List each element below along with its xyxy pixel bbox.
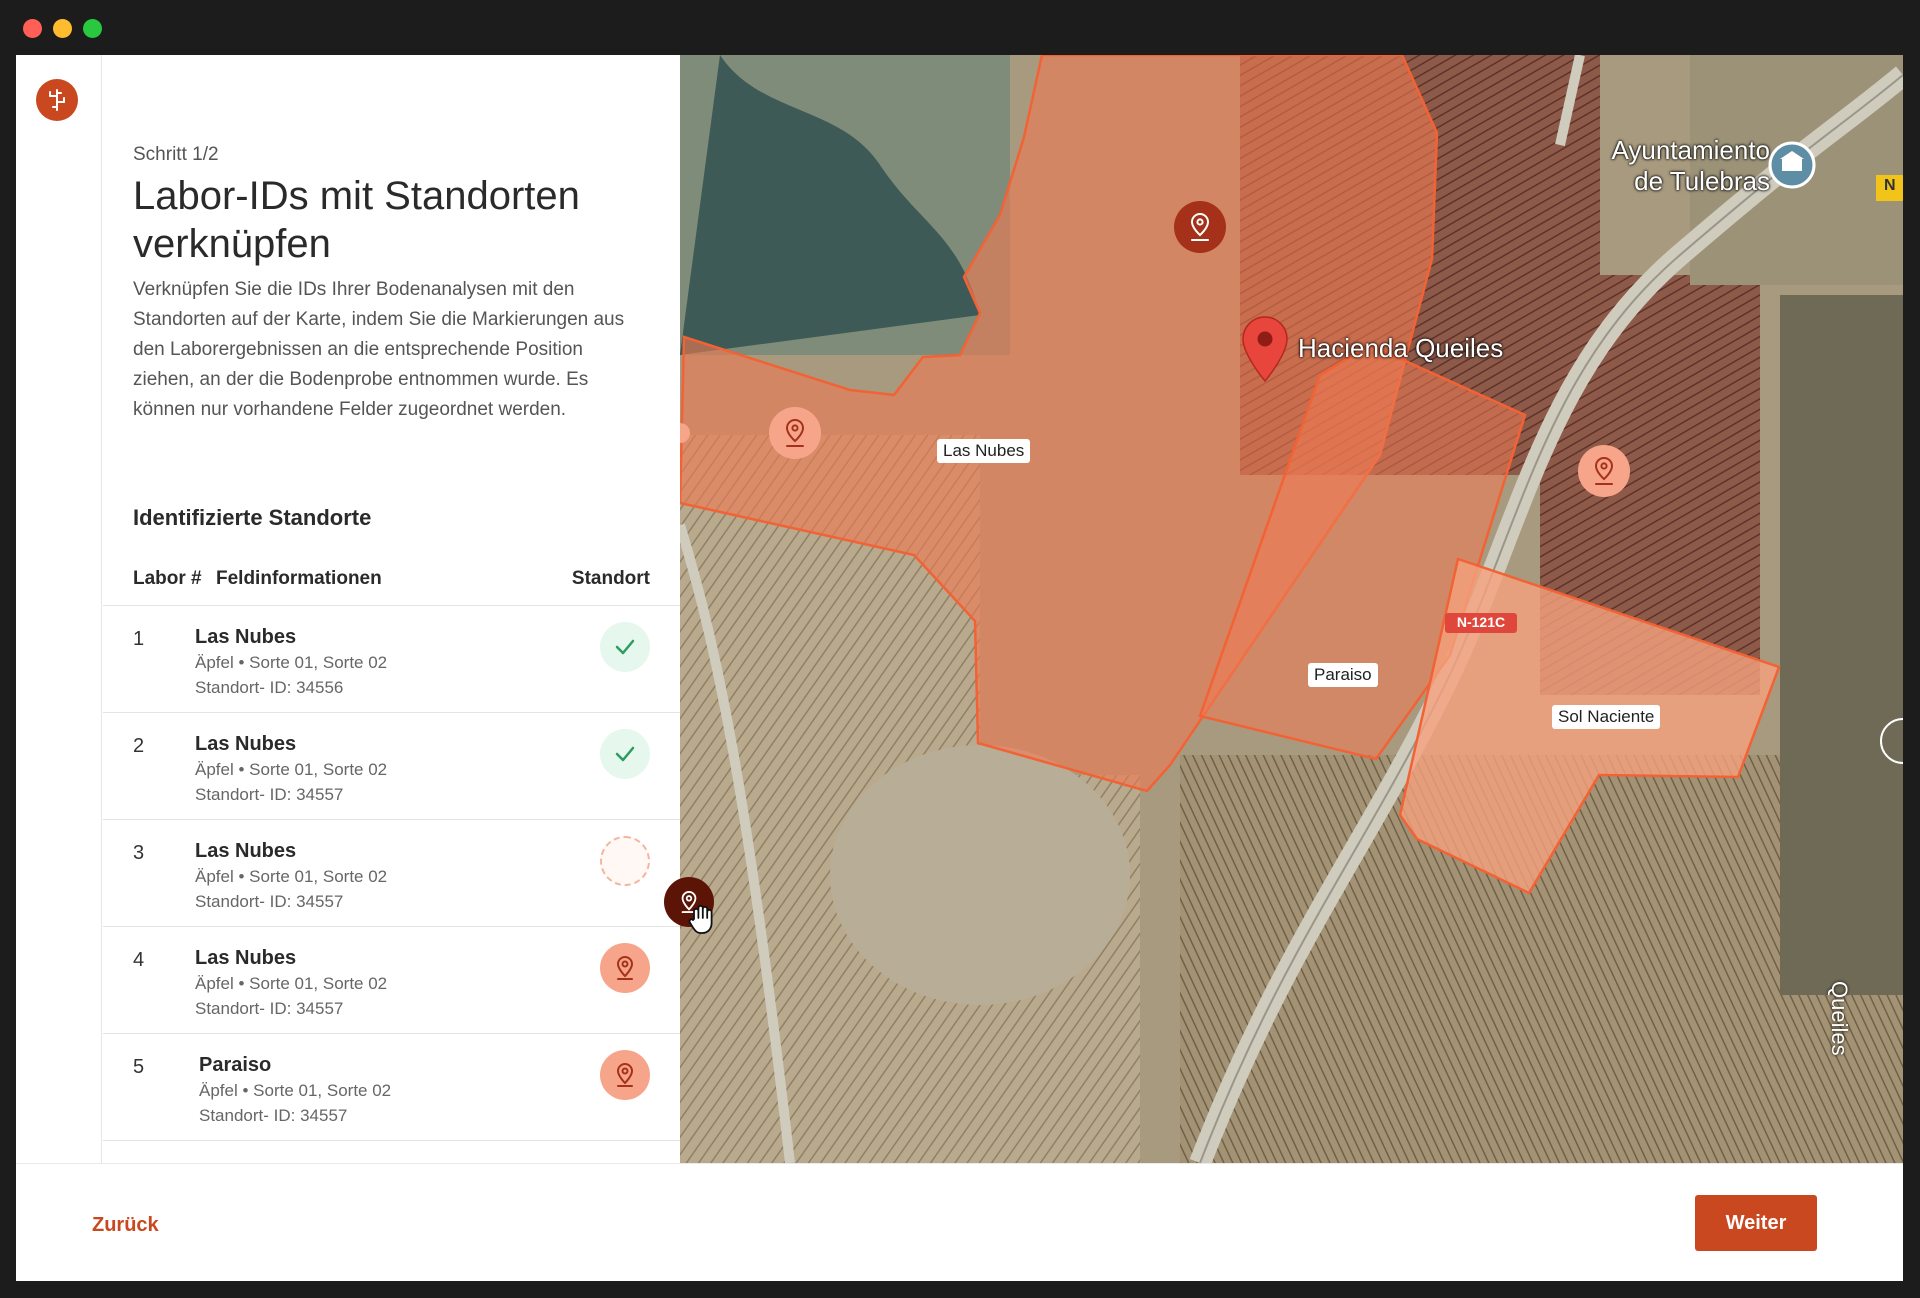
- column-header-feld: Feldinformationen: [216, 568, 382, 589]
- grab-cursor-icon: [686, 903, 720, 942]
- map-canvas[interactable]: [680, 55, 1903, 1163]
- field-meta: Äpfel • Sorte 01, Sorte 02: [195, 653, 388, 672]
- crop-label: Äpfel: [195, 867, 234, 886]
- location-list: 1 Las Nubes Äpfel • Sorte 01, Sorte 02 S…: [103, 605, 680, 1163]
- site-id: Standort- ID: 34556: [195, 678, 344, 697]
- page-title: Labor-IDs mit Standorten verknüpfen: [133, 174, 580, 266]
- field-name: Las Nubes: [195, 626, 297, 648]
- place-label: Hacienda Queiles: [1298, 333, 1504, 363]
- table-row: 2 Las Nubes Äpfel • Sorte 01, Sorte 02 S…: [103, 712, 680, 819]
- field-meta: Äpfel • Sorte 01, Sorte 02: [195, 867, 388, 886]
- landmark-marker-icon[interactable]: [1768, 141, 1816, 189]
- field-meta: Äpfel • Sorte 01, Sorte 02: [195, 974, 388, 993]
- site-id: Standort- ID: 34557: [195, 785, 344, 804]
- next-button[interactable]: Weiter: [1695, 1195, 1817, 1251]
- variety-label: Sorte 01, Sorte 02: [249, 867, 388, 886]
- close-window-button[interactable]: [23, 19, 42, 38]
- row-number: 3: [133, 842, 145, 864]
- crop-label: Äpfel: [199, 1081, 238, 1100]
- field-meta: Äpfel • Sorte 01, Sorte 02: [195, 760, 388, 779]
- app-window: Schritt 1/2 Labor-IDs mit Standorten ver…: [16, 55, 1903, 1281]
- back-button[interactable]: Zurück: [92, 1214, 159, 1237]
- field-label[interactable]: Paraiso: [1308, 663, 1378, 687]
- minimize-window-button[interactable]: [53, 19, 72, 38]
- place-label: Ayuntamiento de Tulebras: [1611, 135, 1770, 196]
- crop-label: Äpfel: [195, 760, 234, 779]
- row-number: 5: [133, 1056, 145, 1078]
- table-row: 1 Las Nubes Äpfel • Sorte 01, Sorte 02 S…: [103, 605, 680, 712]
- variety-label: Sorte 01, Sorte 02: [249, 653, 388, 672]
- site-id: Standort- ID: 34557: [199, 1106, 348, 1125]
- field-name: Paraiso: [199, 1054, 272, 1076]
- field-name: Las Nubes: [195, 733, 297, 755]
- field-name: Las Nubes: [195, 840, 297, 862]
- table-row: 5 Paraiso Äpfel • Sorte 01, Sorte 02 Sta…: [103, 1033, 680, 1140]
- crop-label: Äpfel: [195, 653, 234, 672]
- variety-label: Sorte 01, Sorte 02: [249, 760, 388, 779]
- edge-label: N: [1884, 177, 1896, 194]
- row-number: 4: [133, 949, 145, 971]
- row-number: 2: [133, 735, 145, 757]
- linked-check-icon: [600, 729, 650, 779]
- location-pin-icon[interactable]: [1578, 445, 1630, 497]
- location-pin-icon[interactable]: [600, 943, 650, 993]
- window-titlebar: [0, 0, 1920, 55]
- table-row: 3 Las Nubes Äpfel • Sorte 01, Sorte 02 S…: [103, 819, 680, 926]
- table-row: [103, 1140, 680, 1163]
- site-id: Standort- ID: 34557: [195, 999, 344, 1018]
- location-pin-icon[interactable]: [1174, 201, 1226, 253]
- field-meta: Äpfel • Sorte 01, Sorte 02: [199, 1081, 392, 1100]
- variety-label: Sorte 01, Sorte 02: [253, 1081, 392, 1100]
- page-description: Verknüpfen Sie die IDs Ihrer Bodenanalys…: [133, 279, 625, 420]
- location-pin-icon[interactable]: [769, 407, 821, 459]
- site-id: Standort- ID: 34557: [195, 892, 344, 911]
- edge-label: Queiles: [1827, 981, 1852, 1056]
- sidebar-rail: [16, 55, 102, 1163]
- field-name: Las Nubes: [195, 947, 297, 969]
- zoom-window-button[interactable]: [83, 19, 102, 38]
- location-pin-icon[interactable]: [600, 1050, 650, 1100]
- row-number: 1: [133, 628, 145, 650]
- link-panel: Schritt 1/2 Labor-IDs mit Standorten ver…: [103, 55, 680, 1163]
- footer-bar: Zurück Weiter: [16, 1163, 1903, 1281]
- step-label: Schritt 1/2: [133, 144, 219, 165]
- field-label[interactable]: Las Nubes: [937, 439, 1031, 463]
- variety-label: Sorte 01, Sorte 02: [249, 974, 388, 993]
- empty-drop-slot[interactable]: [600, 836, 650, 886]
- road-label-text: N-121C: [1456, 614, 1506, 630]
- map-terrain-patch: [1780, 295, 1903, 995]
- linked-check-icon: [600, 622, 650, 672]
- map-terrain-patch: [830, 745, 1130, 1005]
- satellite-map[interactable]: N-121C Las Nubes Paraiso Sol Naciente Ha…: [680, 55, 1903, 1163]
- section-title: Identifizierte Standorte: [133, 505, 372, 530]
- column-header-standort: Standort: [571, 568, 650, 589]
- table-row: 4 Las Nubes Äpfel • Sorte 01, Sorte 02 S…: [103, 926, 680, 1033]
- branch-logo-icon[interactable]: [36, 79, 78, 121]
- field-label[interactable]: Sol Naciente: [1552, 705, 1661, 729]
- crop-label: Äpfel: [195, 974, 234, 993]
- column-header-labor: Labor #: [133, 568, 202, 589]
